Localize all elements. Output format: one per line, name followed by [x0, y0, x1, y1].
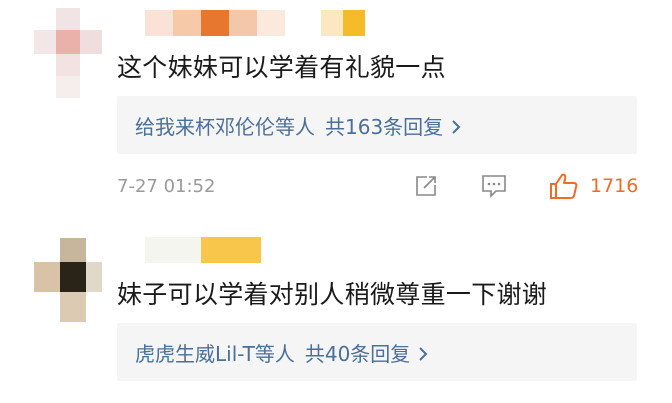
- reply-users: 给我来杯邓伦伦等人: [135, 115, 315, 139]
- reply-count: 共163条回复: [325, 115, 444, 139]
- comment-text: 这个妹妹可以学着有礼貌一点: [117, 53, 446, 82]
- username-redacted[interactable]: [145, 10, 375, 36]
- avatar[interactable]: [34, 8, 102, 98]
- reply-summary[interactable]: 虎虎生威Lil-T等人 共40条回复: [117, 323, 637, 381]
- comment-text: 妹子可以学着对别人稍微尊重一下谢谢: [117, 280, 548, 309]
- comment-icon[interactable]: [481, 174, 507, 202]
- avatar[interactable]: [34, 238, 102, 328]
- reply-users: 虎虎生威Lil-T等人: [135, 342, 295, 366]
- chevron-right-icon: [418, 342, 428, 366]
- username-redacted[interactable]: [145, 237, 265, 263]
- chevron-right-icon: [451, 115, 461, 139]
- like-icon[interactable]: [549, 172, 579, 204]
- comment-time: 7-27 01:52: [117, 176, 216, 197]
- reply-count: 共40条回复: [304, 342, 411, 366]
- like-count: 1716: [590, 175, 639, 197]
- share-icon[interactable]: [414, 174, 438, 202]
- reply-summary[interactable]: 给我来杯邓伦伦等人 共163条回复: [117, 96, 637, 154]
